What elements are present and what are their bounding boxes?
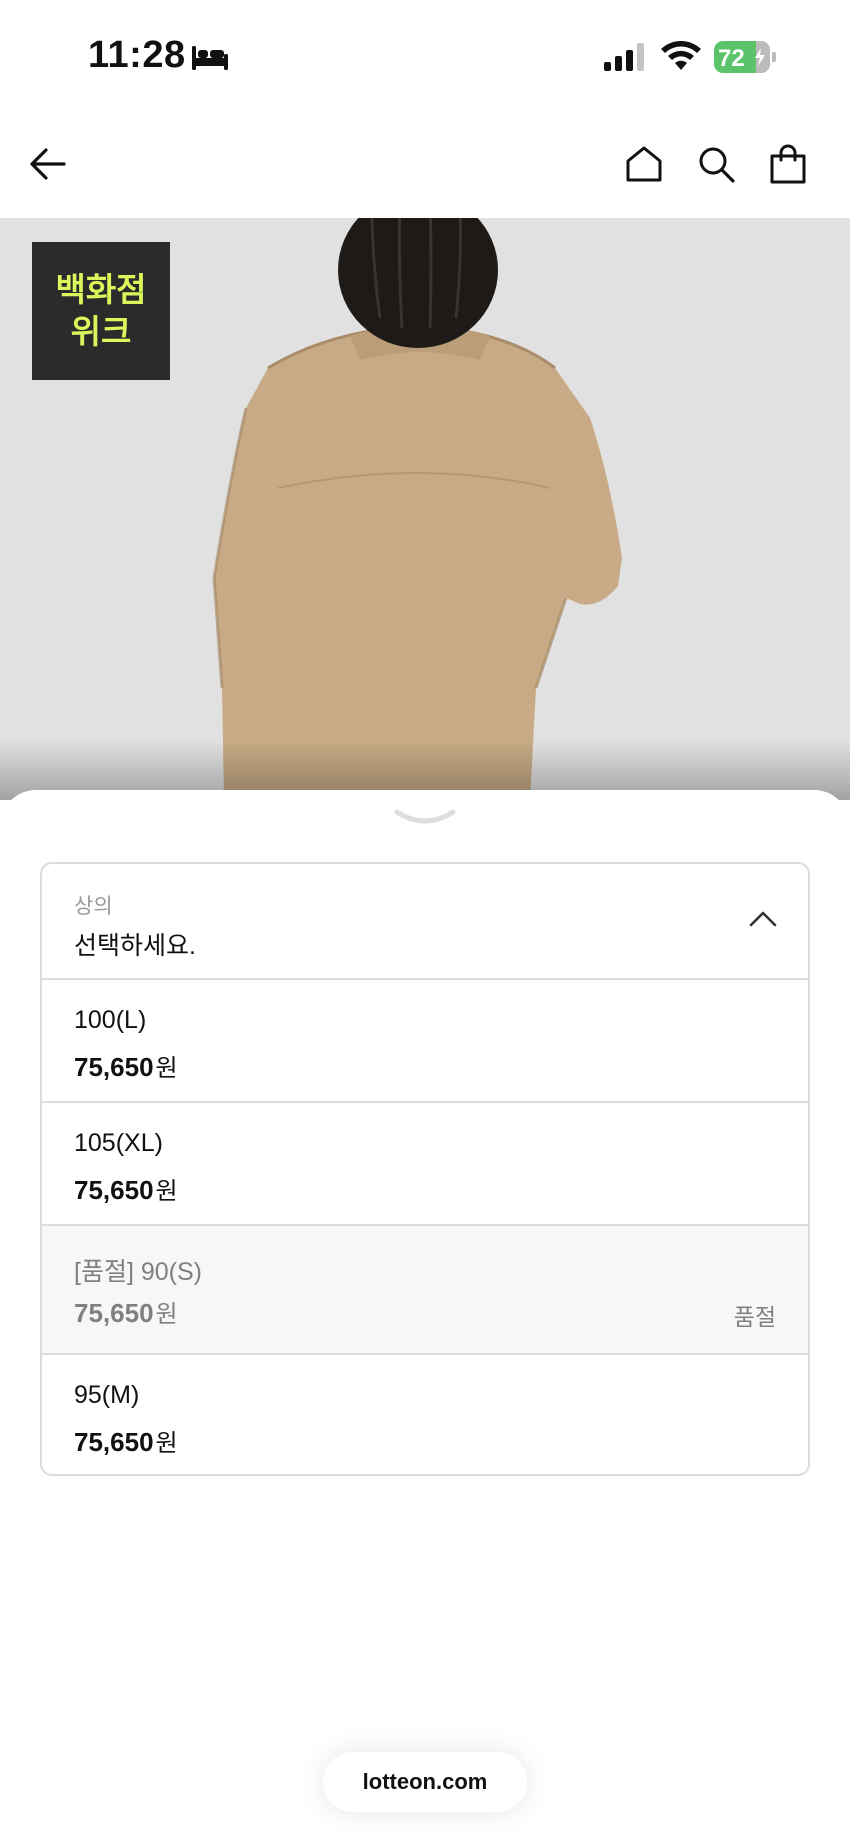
sheet-collapse-handle-icon[interactable] xyxy=(393,808,457,828)
option-item[interactable]: 95(M) 75,650원 xyxy=(42,1355,808,1474)
promo-badge: 백화점 위크 xyxy=(32,242,170,380)
top-nav-bar xyxy=(0,110,850,218)
option-item-sold-out: [품절] 90(S) 75,650원 품절 xyxy=(42,1226,808,1355)
shopping-bag-icon xyxy=(770,144,806,184)
wifi-icon xyxy=(661,41,701,70)
promo-badge-line1: 백화점 xyxy=(55,270,147,309)
option-select-label: 상의 xyxy=(74,895,113,918)
option-item[interactable]: 100(L) 75,650원 xyxy=(42,980,808,1103)
battery-level: 72 xyxy=(718,45,745,72)
option-name: 100(L) xyxy=(74,1006,147,1034)
status-bar: 11:28 72 xyxy=(0,0,850,110)
battery-icon: 72 xyxy=(714,41,776,73)
option-price: 75,650원 xyxy=(74,1175,178,1205)
back-arrow-icon xyxy=(30,148,66,180)
option-select-value: 선택하세요. xyxy=(74,932,196,960)
search-button[interactable] xyxy=(692,140,740,188)
option-item[interactable]: 105(XL) 75,650원 xyxy=(42,1103,808,1226)
cellular-signal-icon xyxy=(604,43,644,71)
option-price: 75,650원 xyxy=(74,1427,178,1457)
home-icon xyxy=(626,146,662,182)
option-price: 75,650원 xyxy=(74,1052,178,1082)
cart-button[interactable] xyxy=(764,140,812,188)
home-button[interactable] xyxy=(620,140,668,188)
option-select-header[interactable]: 상의 선택하세요. xyxy=(42,864,808,980)
status-time: 11:28 xyxy=(88,34,186,76)
sold-out-label: 품절 xyxy=(733,1304,776,1330)
chevron-up-icon xyxy=(749,911,777,927)
product-image[interactable]: 백화점 위크 xyxy=(0,218,850,800)
search-icon xyxy=(699,147,735,183)
back-button[interactable] xyxy=(24,140,72,188)
charging-bolt-icon xyxy=(755,48,765,66)
option-dropdown: 상의 선택하세요. 100(L) 75,650원 105(XL) 75,650원… xyxy=(40,862,810,1476)
option-name: 105(XL) xyxy=(74,1129,163,1157)
option-name: [품절] 90(S) xyxy=(74,1258,202,1286)
promo-badge-line2: 위크 xyxy=(70,312,132,351)
option-bottom-sheet: 상의 선택하세요. 100(L) 75,650원 105(XL) 75,650원… xyxy=(0,790,850,1842)
browser-url-pill[interactable]: lotteon.com xyxy=(323,1752,527,1812)
bed-icon xyxy=(192,46,228,70)
option-price: 75,650원 xyxy=(74,1298,178,1328)
option-name: 95(M) xyxy=(74,1381,140,1409)
